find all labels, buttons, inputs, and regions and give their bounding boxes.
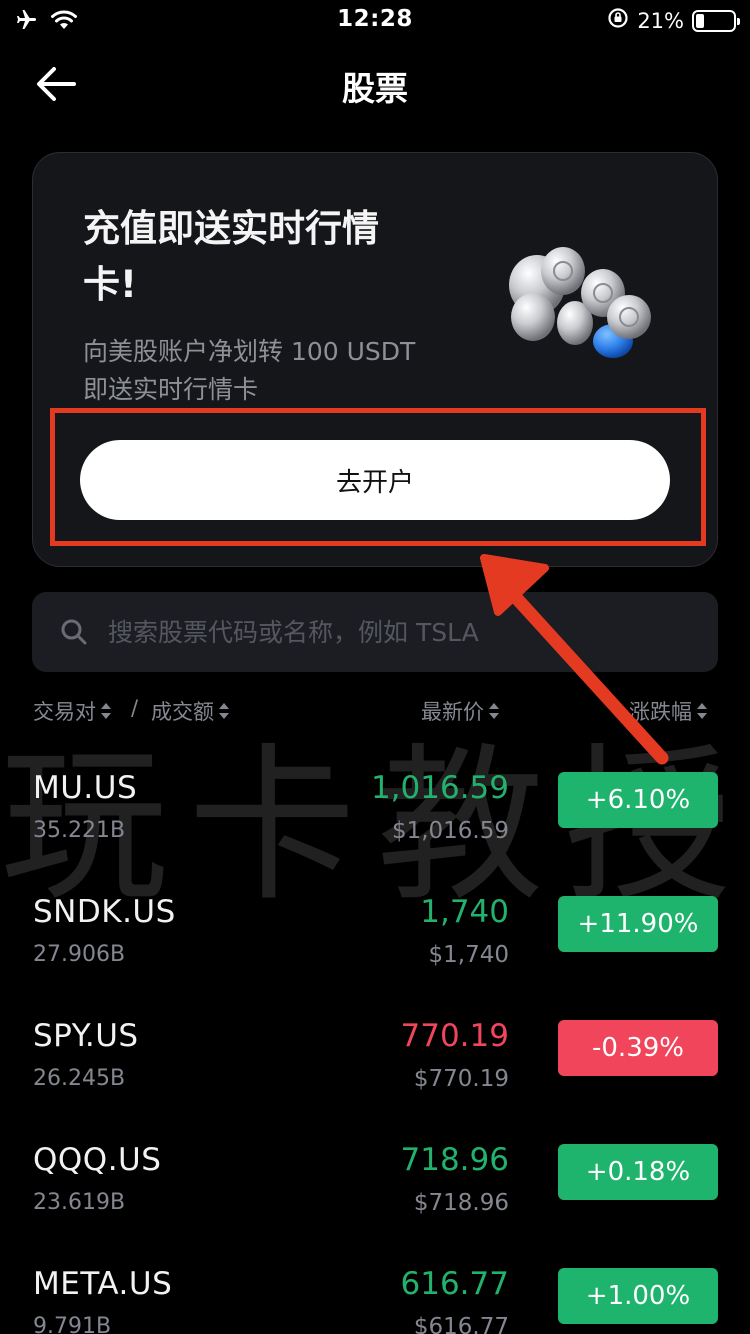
table-row[interactable]: SPY.US 26.245B 770.19 $770.19 -0.39% [0, 1018, 750, 1142]
stock-volume: 23.619B [33, 1190, 126, 1215]
stock-price: 1,016.59 [370, 770, 509, 806]
search-input[interactable] [108, 592, 698, 672]
promo-title: 充值即送实时行情卡! [83, 207, 379, 306]
sort-change-header[interactable]: 涨跌幅 [629, 696, 708, 726]
stock-volume: 35.221B [33, 818, 126, 843]
stock-symbol: QQQ.US [33, 1142, 162, 1178]
change-badge[interactable]: -0.39% [558, 1020, 718, 1076]
stock-symbol: SNDK.US [33, 894, 176, 930]
status-right: 21% [607, 7, 740, 34]
page-title: 股票 [342, 69, 408, 108]
stock-usd-price: $616.77 [413, 1314, 509, 1334]
stock-price: 718.96 [400, 1142, 509, 1178]
stock-price: 1,740 [420, 894, 509, 930]
header-price-label: 最新价 [421, 700, 484, 724]
change-badge[interactable]: +1.00% [558, 1268, 718, 1324]
header-separator: / [131, 696, 139, 720]
promo-description: 向美股账户净划转 100 USDT 即送实时行情卡 [83, 333, 483, 409]
search-bar [32, 592, 718, 672]
promo-description-line: 即送实时行情卡 [83, 375, 259, 404]
stock-volume: 27.906B [33, 942, 126, 967]
sort-icon [696, 701, 708, 721]
stock-usd-price: $770.19 [413, 1066, 509, 1092]
stock-price: 770.19 [400, 1018, 509, 1054]
sort-price-header[interactable]: 最新价 [421, 696, 500, 726]
sort-icon [488, 701, 500, 721]
promo-description-line: 向美股账户净划转 100 USDT [83, 337, 416, 366]
stock-volume: 26.245B [33, 1066, 126, 1091]
sort-volume-header[interactable]: 成交额 [151, 696, 230, 726]
table-row[interactable]: META.US 9.791B 616.77 $616.77 +1.00% [0, 1266, 750, 1334]
coins-illustration [503, 245, 663, 365]
rotation-lock-icon [607, 7, 629, 34]
stock-usd-price: $1,740 [428, 942, 509, 968]
stock-usd-price: $1,016.59 [391, 818, 509, 844]
battery-percent: 21% [637, 8, 684, 33]
header-volume-label: 成交额 [151, 700, 214, 724]
stock-symbol: META.US [33, 1266, 173, 1302]
open-account-button[interactable]: 去开户 [80, 440, 670, 520]
change-badge[interactable]: +0.18% [558, 1144, 718, 1200]
battery-icon [692, 9, 740, 32]
promo-card: 充值即送实时行情卡! 向美股账户净划转 100 USDT 即送实时行情卡 去开户 [32, 152, 718, 567]
table-header: 交易对 / 成交额 最新价 涨跌幅 [0, 696, 750, 730]
table-row[interactable]: QQQ.US 23.619B 718.96 $718.96 +0.18% [0, 1142, 750, 1266]
status-bar: 12:28 21% [0, 0, 750, 40]
header-change-label: 涨跌幅 [629, 700, 692, 724]
change-badge[interactable]: +6.10% [558, 772, 718, 828]
table-row[interactable]: MU.US 35.221B 1,016.59 $1,016.59 +6.10% [0, 770, 750, 894]
stock-price: 616.77 [400, 1266, 509, 1302]
table-row[interactable]: SNDK.US 27.906B 1,740 $1,740 +11.90% [0, 894, 750, 1018]
header-pair-label: 交易对 [33, 700, 96, 724]
battery-level [696, 13, 704, 28]
sort-icon [100, 701, 112, 721]
stock-symbol: SPY.US [33, 1018, 139, 1054]
sort-icon [218, 701, 230, 721]
stock-usd-price: $718.96 [413, 1190, 509, 1216]
change-badge[interactable]: +11.90% [558, 896, 718, 952]
stock-symbol: MU.US [33, 770, 138, 806]
sort-pair-header[interactable]: 交易对 [33, 696, 112, 726]
nav-bar: 股票 [0, 50, 750, 120]
search-icon [60, 618, 88, 646]
stock-volume: 9.791B [33, 1314, 112, 1334]
